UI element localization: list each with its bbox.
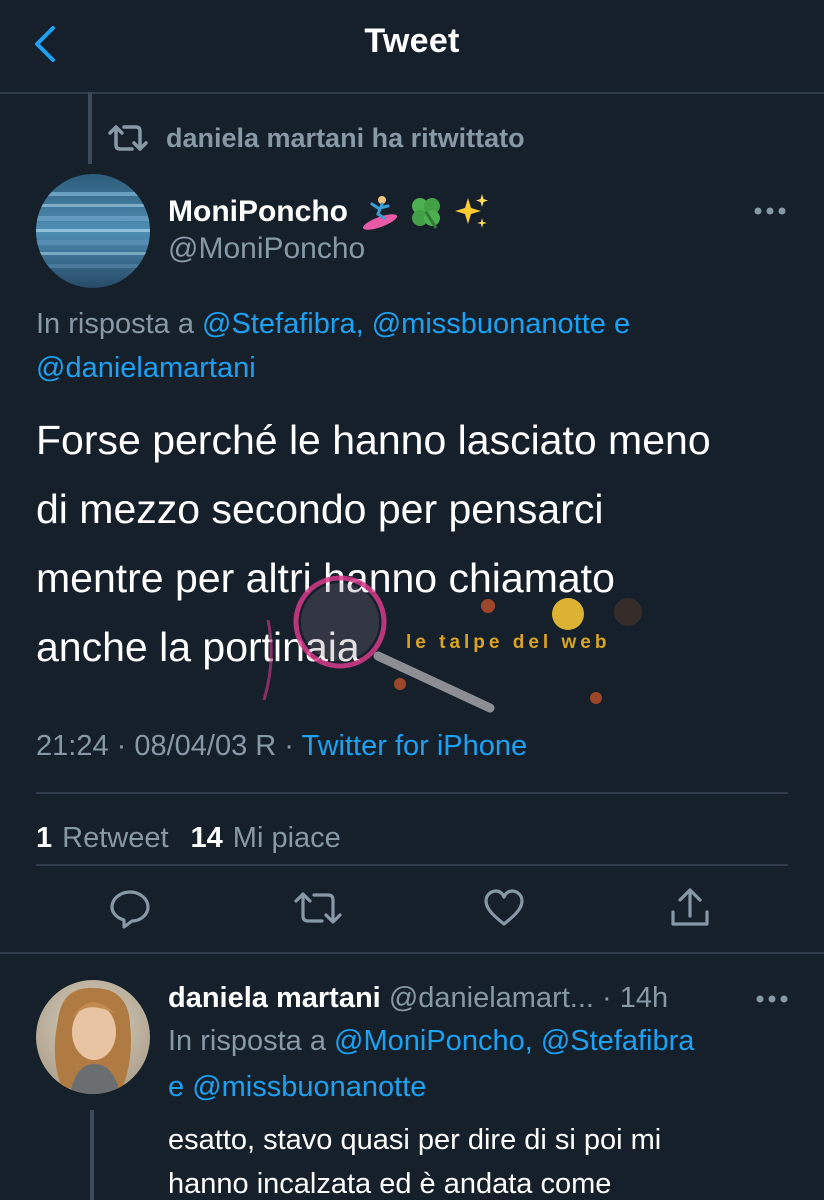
reply-author-handle: @danielamart... · 14h [388,982,669,1014]
retweet-context-label: daniela martani ha ritwittato [166,122,525,153]
mention-link[interactable]: @missbuonanotte [372,308,606,340]
four-leaf-clover-emoji [406,192,446,232]
retweet-count[interactable]: 1 Retweet [36,816,169,860]
tweet-text: Forse perché le hanno lasciato meno di m… [36,406,806,682]
author-name: MoniPoncho [168,195,348,228]
share-button[interactable] [662,880,718,936]
tweet-timestamp: 21:24 · 08/04/03 R · [36,730,294,762]
share-icon [671,888,709,926]
reply-button[interactable] [102,880,158,936]
divider [36,792,788,794]
mention-link[interactable]: @MoniPoncho, [334,1025,533,1057]
thread-line [88,92,92,164]
retweet-context[interactable]: daniela martani ha ritwittato [108,116,525,160]
avatar-image [36,174,150,288]
author-handle[interactable]: @MoniPoncho [168,232,365,266]
thread-line [90,1110,94,1200]
more-icon [754,207,786,215]
like-count[interactable]: 14 Mi piace [191,816,341,860]
tweet-text-line: Forse perché le hanno lasciato meno [36,417,711,463]
retweet-count-label: Retweet [62,822,169,854]
tweet-screen: Tweet daniela martani ha ritwittato Moni… [0,0,824,1200]
reply-joiner: e [613,308,631,340]
action-bar [0,880,824,936]
tweet-stats: 1 Retweet 14 Mi piace [36,816,363,860]
reply-avatar-image [36,980,150,1094]
like-count-value: 14 [190,822,223,854]
more-options-button[interactable] [746,196,794,226]
more-icon [756,995,788,1003]
reply-more-options-button[interactable] [750,984,794,1014]
tweet-source-link[interactable]: Twitter for iPhone [302,730,528,762]
section-divider [0,952,824,954]
retweet-button[interactable] [290,880,346,936]
like-count-label: Mi piace [232,822,341,854]
reply-joiner: e [168,1071,185,1103]
tweet-text-line: anche la portinaia [36,624,360,670]
sparkles-emoji [452,192,490,232]
reply-header[interactable]: daniela martani @danielamart... · 14h [168,976,668,1020]
like-button[interactable] [476,880,532,936]
reply-text: esatto, stavo quasi per dire di si poi m… [168,1118,808,1200]
reply-prefix: In risposta a [36,308,194,340]
mention-link[interactable]: @Stefafibra, [202,308,364,340]
mention-link[interactable]: @Stefafibra [541,1025,695,1057]
reply-avatar[interactable] [36,980,150,1094]
divider [36,864,788,866]
reply-text-line: hanno incalzata ed è andata come [168,1168,612,1200]
retweet-icon [108,125,148,151]
heart-icon [484,889,524,926]
reply-prefix: In risposta a [168,1025,326,1057]
reply-author-name: daniela martani [168,982,381,1014]
avatar[interactable] [36,174,150,288]
tweet-text-line: di mezzo secondo per pensarci [36,486,604,532]
retweet-icon [294,892,342,924]
mention-link[interactable]: @missbuonanotte [192,1071,426,1103]
surfer-emoji [360,192,400,232]
author-name-row[interactable]: MoniPoncho [168,190,496,234]
mention-link[interactable]: @danielamartani [36,352,256,384]
reply-icon [110,890,150,929]
reply-context: In risposta a @Stefafibra, @missbuonanot… [36,302,796,390]
top-bar: Tweet [0,0,824,94]
retweet-count-value: 1 [36,822,53,854]
reply-text-line: esatto, stavo quasi per dire di si poi m… [168,1124,662,1156]
tweet-meta: 21:24 · 08/04/03 R · Twitter for iPhone [36,724,527,768]
page-title: Tweet [364,22,460,60]
reply-reply-context: In risposta a @MoniPoncho, @Stefafibra e… [168,1018,808,1110]
tweet-text-line: mentre per altri hanno chiamato [36,555,615,601]
